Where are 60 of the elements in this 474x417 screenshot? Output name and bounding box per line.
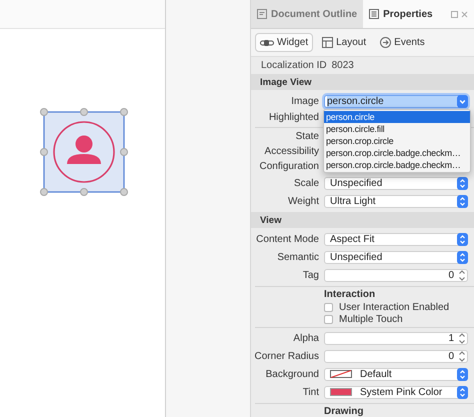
checkbox[interactable] xyxy=(324,314,333,324)
stepper-icon xyxy=(458,268,466,282)
combo-box[interactable]: person.circle xyxy=(324,94,468,108)
field-label: Content Mode xyxy=(255,234,320,244)
layout-icon xyxy=(322,37,334,48)
field-label: Tag xyxy=(302,270,320,280)
localization-value: 8023 xyxy=(332,60,354,71)
checkbox-label: User Interaction Enabled xyxy=(339,302,450,312)
outline-icon xyxy=(257,9,267,19)
stepper-icon xyxy=(458,350,466,362)
number-field[interactable]: 0 xyxy=(324,268,468,282)
section-header: Image View xyxy=(251,74,474,90)
segment-tab[interactable]: Layout xyxy=(317,33,372,52)
section-header: View xyxy=(251,212,474,228)
popup-arrows-icon xyxy=(457,386,468,398)
menu-item[interactable]: person.circle xyxy=(324,111,470,123)
segment-tab[interactable]: Events xyxy=(375,33,430,52)
field-label: Tint xyxy=(302,386,320,398)
field-label: Accessibility xyxy=(264,146,320,157)
empty-swatch-icon xyxy=(330,370,352,378)
field-label: Background xyxy=(264,368,320,380)
widget-icon xyxy=(260,38,274,48)
menu-item[interactable]: person.circle.fill xyxy=(324,123,470,135)
menu-item[interactable]: person.crop.circle xyxy=(324,135,470,147)
segment-tab[interactable]: Widget xyxy=(255,33,314,52)
number-field[interactable]: 1 xyxy=(324,332,468,344)
field-label: State xyxy=(294,131,320,142)
menu-item[interactable]: person.crop.circle.badge.checkm… xyxy=(324,159,470,171)
field-label: Configuration xyxy=(258,161,320,172)
properties-icon xyxy=(369,9,380,19)
field-label: Corner Radius xyxy=(254,350,320,362)
color-swatch xyxy=(330,388,352,396)
popup-arrows-icon xyxy=(457,250,468,264)
popup-button[interactable]: System Pink Color xyxy=(324,386,468,398)
popup-arrows-icon xyxy=(457,232,468,246)
popup-arrows-icon xyxy=(457,194,468,208)
popup-arrows-icon xyxy=(457,176,468,190)
popup-arrows-icon xyxy=(457,368,468,380)
field-label: Alpha xyxy=(292,332,320,344)
popup-button[interactable]: Unspecified xyxy=(324,250,468,264)
inspector-tab[interactable]: Properties xyxy=(363,0,474,28)
menu-item[interactable]: person.crop.circle.badge.checkm… xyxy=(324,147,470,159)
checkbox-label: Multiple Touch xyxy=(339,314,403,324)
popup-button[interactable]: Ultra Light xyxy=(324,194,468,208)
field-label: Weight xyxy=(287,196,320,206)
field-label: Scale xyxy=(292,178,320,188)
field-label: Semantic xyxy=(276,252,320,262)
number-field[interactable]: 0 xyxy=(324,350,468,362)
popup-button[interactable]: Default xyxy=(324,368,468,380)
field-label: Highlighted xyxy=(268,112,320,123)
field-label: Image xyxy=(290,96,320,106)
popup-button[interactable]: Aspect Fit xyxy=(324,232,468,246)
events-icon xyxy=(380,37,392,48)
field-label: Localization ID xyxy=(261,60,327,71)
stepper-icon xyxy=(458,332,466,344)
group-heading: Drawing xyxy=(324,406,364,417)
checkbox[interactable] xyxy=(324,302,333,312)
popup-button[interactable]: Unspecified xyxy=(324,176,468,190)
group-heading: Interaction xyxy=(324,289,376,300)
panel-controls-icon xyxy=(451,8,468,20)
